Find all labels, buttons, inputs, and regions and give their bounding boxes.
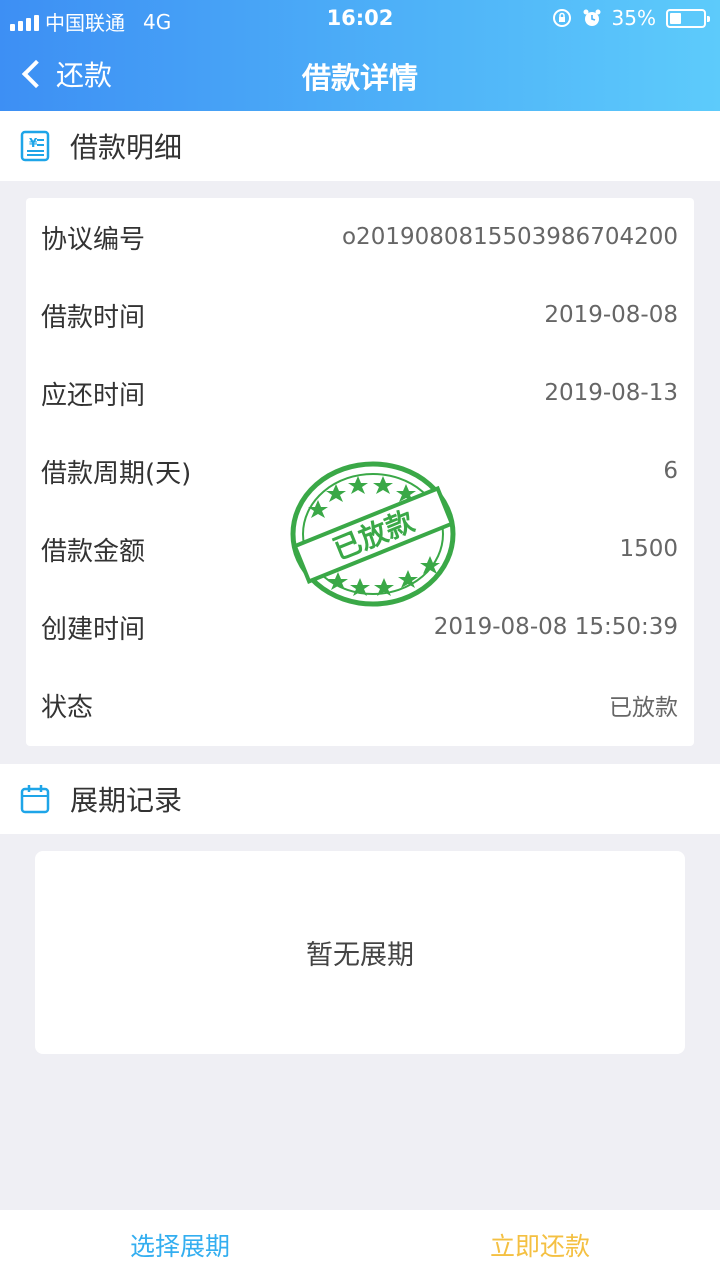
loan-detail-card: 协议编号 o20190808155039867042​00 借款时间 2019-… [26,198,694,746]
row-label: 借款时间 [41,302,146,333]
navigation-bar: 还款 借款详情 [0,38,720,111]
row-value: 2019-08-13 [544,380,678,406]
header: 中国联通 4G 16:02 35% 还款 借款详情 [0,0,720,111]
row-label: 创建时间 [41,614,146,645]
alarm-icon [583,9,601,26]
status-bar: 中国联通 4G 16:02 35% [0,0,720,38]
empty-state-text: 暂无展期 [306,940,414,971]
disbursed-stamp: 已放款 [290,461,456,607]
detail-section-title: 借款明细 [70,131,183,164]
row-value: 6 [663,458,678,484]
row-value: o20190808155039867042​00 [341,224,678,250]
extension-section-title: 展期记录 [70,784,183,817]
select-extension-button[interactable]: 选择展期 [0,1210,360,1280]
repay-now-button[interactable]: 立即还款 [360,1210,720,1280]
row-value: 1500 [619,536,678,562]
row-label: 协议编号 [41,224,146,255]
row-value: 2019-08-08 15:50:39 [433,614,678,640]
battery-percent: 35% [611,6,656,30]
battery-icon [666,8,710,28]
row-label: 应还时间 [41,380,146,411]
row-label: 借款周期(天) [41,458,192,489]
row-value: 2019-08-08 [544,302,678,328]
svg-text:¥: ¥ [29,136,38,150]
extension-empty-card: 暂无展期 [35,851,685,1054]
calendar-icon [20,785,50,814]
row-label: 借款金额 [41,536,146,567]
extension-section-header: 展期记录 [0,764,720,834]
row-label: 状态 [41,692,94,723]
row-value: 已放款 [609,695,678,721]
rotation-lock-icon [552,9,571,27]
detail-row-due-date: 应还时间 2019-08-13 [26,354,694,432]
bottom-action-bar: 选择展期 立即还款 [0,1210,720,1280]
page-title: 借款详情 [301,61,418,95]
detail-row-loan-date: 借款时间 2019-08-08 [26,276,694,354]
detail-section-header: ¥ 借款明细 [0,111,720,181]
receipt-icon: ¥ [20,130,50,162]
detail-row-agreement-no: 协议编号 o20190808155039867042​00 [26,198,694,276]
detail-row-status: 状态 已放款 [26,666,694,744]
